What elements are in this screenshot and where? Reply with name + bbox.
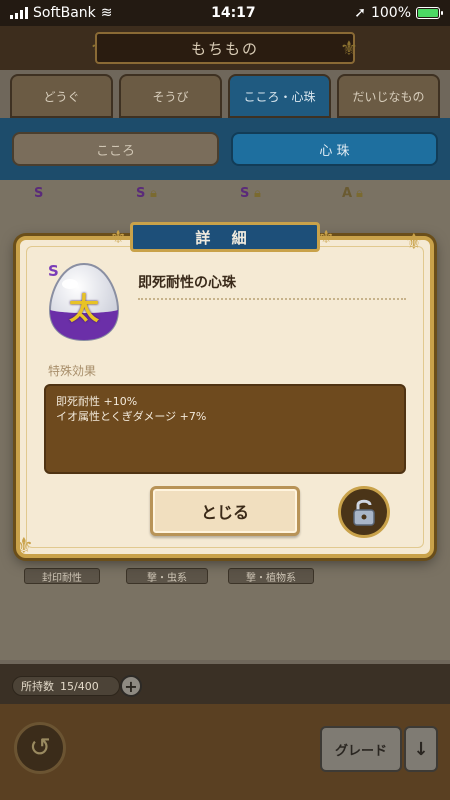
rank-badge: S xyxy=(48,262,59,280)
lock-icon: 🔒︎ xyxy=(254,186,261,201)
corner-ornament-icon: ⚜ xyxy=(404,230,424,255)
carrier-label: SoftBank xyxy=(33,5,96,21)
tab-key-items[interactable]: だいじなもの xyxy=(337,74,440,118)
tab-items[interactable]: どうぐ xyxy=(10,74,113,118)
subtab-shinju[interactable]: 心 珠 xyxy=(231,132,438,166)
section-label: 特殊効果 xyxy=(48,364,97,378)
item-trait-label: 封印耐性 xyxy=(24,568,100,584)
inventory-label: 所持数 xyxy=(21,680,54,693)
sub-tabs: こころ 心 珠 xyxy=(0,118,450,180)
status-bar: SoftBank ≋ 14:17 ➚ 100% xyxy=(0,0,450,26)
modal-title: 詳 細 xyxy=(130,222,320,252)
item-trait-label: 撃・虫系 xyxy=(126,568,208,584)
item-name: 即死耐性の心珠 xyxy=(138,275,236,291)
back-button[interactable]: ↺ xyxy=(14,722,66,774)
expand-inventory-button[interactable]: + xyxy=(120,675,142,697)
tab-equipment[interactable]: そうび xyxy=(119,74,222,118)
lock-toggle-button[interactable] xyxy=(338,486,390,538)
rank-badge: A xyxy=(342,186,353,201)
subtab-kokoro[interactable]: こころ xyxy=(12,132,219,166)
divider xyxy=(138,298,406,300)
fleur-icon: ⚜ xyxy=(340,36,358,60)
inventory-value: 15/400 xyxy=(60,679,99,693)
inventory-count: 所持数 15/400 xyxy=(12,676,120,696)
item-trait-label: 撃・植物系 xyxy=(228,568,314,584)
effect-line: イオ属性とくぎダメージ +7% xyxy=(56,410,207,423)
effect-line: 即死耐性 +10% xyxy=(56,395,138,408)
corner-ornament-icon: ⚜ xyxy=(14,534,34,559)
fleur-icon: ⚜ xyxy=(318,227,335,248)
down-arrow-icon: ↓ xyxy=(413,738,429,760)
category-tabs: どうぐ そうび こころ・心珠 だいじなもの xyxy=(10,74,440,118)
rank-badge: S xyxy=(240,186,250,201)
battery-percent: 100% xyxy=(370,5,411,21)
status-left: SoftBank ≋ xyxy=(10,5,113,21)
orb-glyph: 太 xyxy=(69,292,99,327)
tab-kokoro[interactable]: こころ・心珠 xyxy=(228,74,331,118)
battery-icon xyxy=(416,7,443,19)
clock: 14:17 xyxy=(211,5,256,21)
back-arrow-icon: ↺ xyxy=(29,733,51,763)
fleur-icon: ⚜ xyxy=(110,227,127,248)
lock-icon: 🔒︎ xyxy=(150,186,157,201)
page-title: もちもの xyxy=(95,32,355,64)
rank-badge: S xyxy=(136,186,146,201)
close-button[interactable]: とじる xyxy=(150,486,300,536)
effects-box: 即死耐性 +10% イオ属性とくぎダメージ +7% xyxy=(44,384,406,474)
sort-order-button[interactable]: ↓ xyxy=(404,726,438,772)
signal-icon xyxy=(10,7,28,19)
status-right: ➚ 100% xyxy=(354,5,443,21)
grade-sort-button[interactable]: グレード xyxy=(320,726,402,772)
location-icon: ➚ xyxy=(354,5,366,21)
wifi-icon: ≋ xyxy=(100,5,113,21)
unlock-icon xyxy=(353,499,375,526)
lock-icon: 🔒︎ xyxy=(356,186,363,201)
rank-badge: S xyxy=(34,186,44,201)
